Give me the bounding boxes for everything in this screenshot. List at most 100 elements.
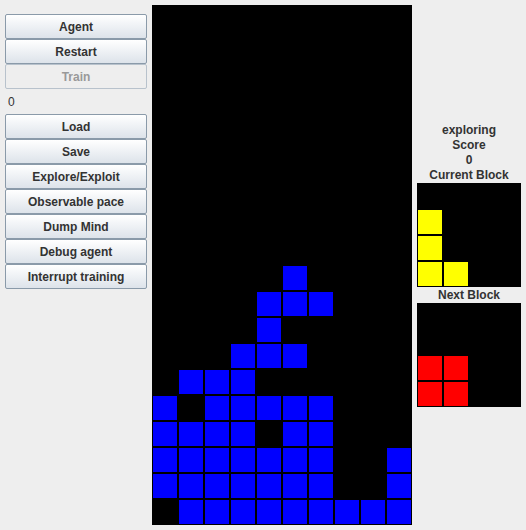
piece-cell <box>443 183 469 209</box>
board-cell <box>282 239 308 265</box>
board-cell <box>152 239 178 265</box>
board-cell <box>204 83 230 109</box>
sidebar-button[interactable]: Load <box>5 114 147 139</box>
board-cell <box>308 265 334 291</box>
board-cell <box>334 421 360 447</box>
board-cell <box>204 57 230 83</box>
board-cell <box>256 447 282 473</box>
piece-cell <box>417 235 443 261</box>
board-cell <box>230 369 256 395</box>
board-cell <box>256 369 282 395</box>
board-cell <box>282 109 308 135</box>
current-block-label: Current Block <box>429 168 508 183</box>
board-cell <box>256 161 282 187</box>
board-cell <box>308 83 334 109</box>
board-cell <box>256 5 282 31</box>
board-cell <box>230 291 256 317</box>
sidebar-button[interactable]: Agent <box>5 14 147 39</box>
board-cell <box>282 31 308 57</box>
board-cell <box>386 291 412 317</box>
board-cell <box>152 83 178 109</box>
board-cell <box>360 161 386 187</box>
board-cell <box>308 369 334 395</box>
button-label: Train <box>62 68 91 86</box>
piece-cell <box>417 381 443 407</box>
piece-cell <box>495 381 521 407</box>
board-cell <box>282 161 308 187</box>
board-cell <box>204 135 230 161</box>
sidebar-button[interactable]: Explore/Exploit <box>5 164 147 189</box>
board-cell <box>334 317 360 343</box>
board-cell <box>282 369 308 395</box>
piece-cell <box>417 261 443 287</box>
board-cell <box>334 291 360 317</box>
board-cell <box>308 213 334 239</box>
board-cell <box>256 499 282 525</box>
board-cell <box>386 239 412 265</box>
board-cell <box>360 213 386 239</box>
board-cell <box>230 109 256 135</box>
piece-cell <box>469 235 495 261</box>
board-cell <box>178 187 204 213</box>
board-cell <box>204 161 230 187</box>
piece-cell <box>469 183 495 209</box>
piece-cell <box>495 303 521 329</box>
board-cell <box>334 395 360 421</box>
info-panel: exploringScore0Current BlockNext Block <box>417 0 521 407</box>
board-cell <box>334 31 360 57</box>
piece-cell <box>469 261 495 287</box>
score-label: Score <box>452 138 485 153</box>
board-cell <box>178 239 204 265</box>
piece-cell <box>443 261 469 287</box>
board-cell <box>334 135 360 161</box>
board-cell <box>308 343 334 369</box>
sidebar-button[interactable]: Observable pace <box>5 189 147 214</box>
piece-cell <box>417 209 443 235</box>
board-cell <box>230 161 256 187</box>
piece-cell <box>495 329 521 355</box>
board-cell <box>334 161 360 187</box>
sidebar-button[interactable]: Restart <box>5 39 147 64</box>
board-cell <box>360 317 386 343</box>
button-label: Agent <box>59 18 93 36</box>
board-cell <box>386 187 412 213</box>
board-cell <box>178 135 204 161</box>
board-cell <box>308 31 334 57</box>
board-cell <box>230 265 256 291</box>
board-cell <box>282 499 308 525</box>
button-label: Save <box>62 143 90 161</box>
board-cell <box>204 369 230 395</box>
sidebar-button[interactable]: Save <box>5 139 147 164</box>
board-cell <box>386 83 412 109</box>
board-cell <box>308 239 334 265</box>
button-label: Observable pace <box>28 193 124 211</box>
board-cell <box>256 109 282 135</box>
board-cell <box>256 213 282 239</box>
sidebar-button[interactable]: Debug agent <box>5 239 147 264</box>
board-cell <box>360 135 386 161</box>
counter-field[interactable]: 0 <box>5 89 147 114</box>
board-cell <box>308 473 334 499</box>
board-cell <box>256 135 282 161</box>
button-label: Restart <box>55 43 96 61</box>
board-cell <box>282 421 308 447</box>
board-cell <box>230 447 256 473</box>
mode-label: exploring <box>442 123 496 138</box>
sidebar-button: Train <box>5 64 147 89</box>
board-cell <box>152 369 178 395</box>
board-cell <box>256 57 282 83</box>
sidebar-button[interactable]: Interrupt training <box>5 264 147 289</box>
sidebar-button[interactable]: Dump Mind <box>5 214 147 239</box>
board-cell <box>334 213 360 239</box>
board-cell <box>152 447 178 473</box>
piece-cell <box>469 355 495 381</box>
board-cell <box>204 395 230 421</box>
board-cell <box>178 473 204 499</box>
board-cell <box>256 83 282 109</box>
board-cell <box>230 317 256 343</box>
board-cell <box>386 135 412 161</box>
piece-cell <box>495 355 521 381</box>
board-cell <box>178 369 204 395</box>
next-block-label: Next Block <box>438 288 500 303</box>
control-panel: Agent Restart Train 0Load Save Explore/Exploi… <box>5 14 147 289</box>
